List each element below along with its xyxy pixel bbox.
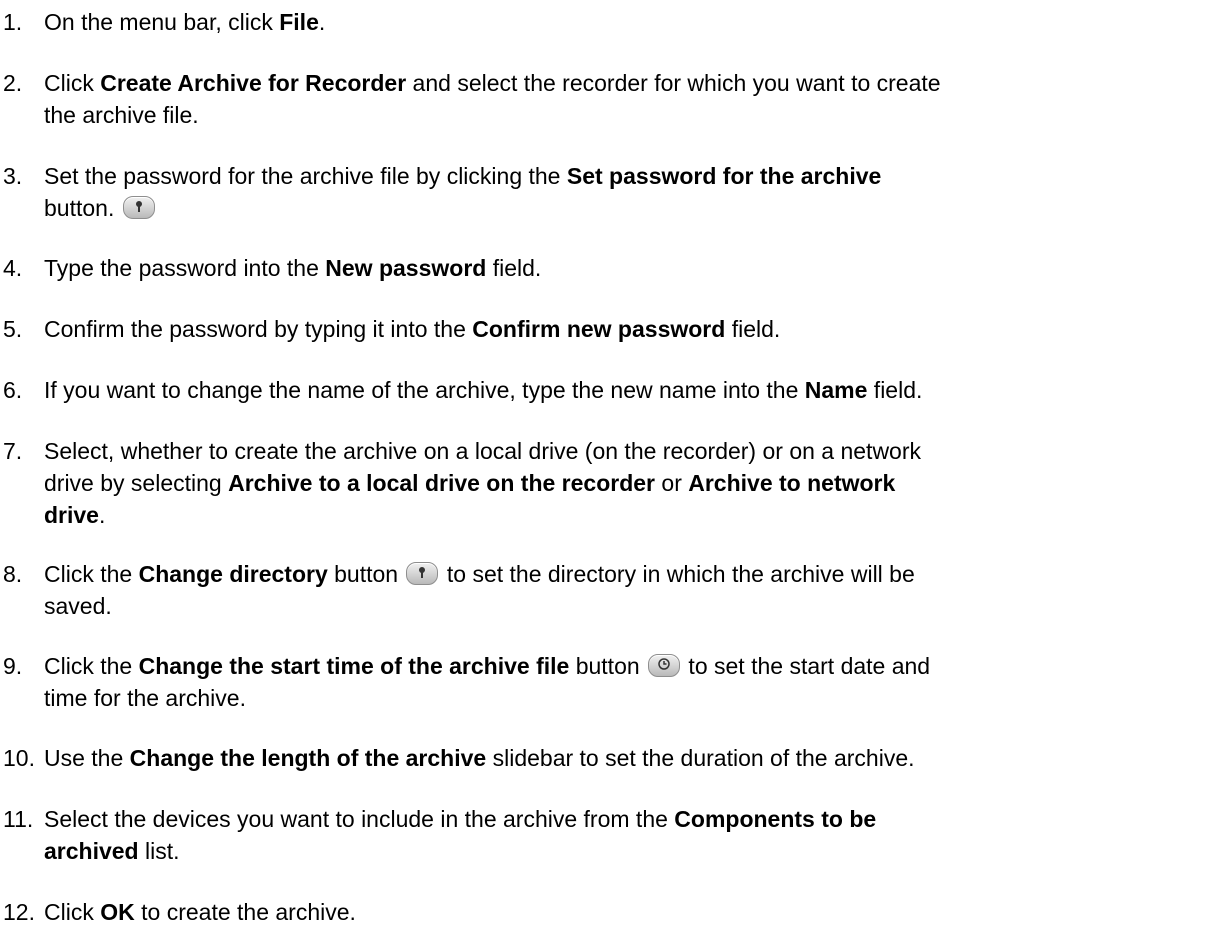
- step-number: 3.: [3, 163, 23, 189]
- step-number: 8.: [3, 561, 23, 587]
- text-run: list.: [138, 838, 180, 864]
- bold-term: OK: [100, 899, 135, 925]
- text-run: button: [569, 653, 647, 679]
- text-run: to create the archive.: [134, 899, 356, 925]
- bold-term: Confirm new password: [472, 316, 726, 342]
- step-text: Click Create Archive for Recorder and se…: [44, 67, 1200, 131]
- step-text: Use the Change the length of the archive…: [44, 742, 1200, 774]
- bold-term: archived: [44, 838, 139, 864]
- step-text: Click the Change directory button to set…: [44, 558, 1200, 622]
- text-run: or: [655, 470, 689, 496]
- text-run: to set the start date and: [682, 653, 931, 679]
- step-text: Click OK to create the archive.: [44, 896, 1200, 928]
- text-run: Click: [44, 70, 101, 96]
- password-button-icon: [122, 196, 155, 220]
- text-run: field.: [867, 377, 923, 403]
- bold-term: Change the length of the archive: [129, 745, 487, 771]
- step-text: Select the devices you want to include i…: [44, 803, 1200, 867]
- bold-term: Change directory: [138, 561, 328, 587]
- bold-term: Create Archive for Recorder: [100, 70, 407, 96]
- step-number: 10.: [3, 745, 35, 771]
- step-text: Confirm the password by typing it into t…: [44, 313, 1200, 345]
- text-run: time for the archive.: [44, 685, 246, 711]
- bold-term: Components to be: [674, 806, 877, 832]
- text-run: Select the devices you want to include i…: [44, 806, 675, 832]
- step-number: 6.: [3, 377, 23, 403]
- text-run: Click the: [44, 653, 139, 679]
- step-text: On the menu bar, click File.: [44, 6, 1200, 38]
- text-run: Select, whether to create the archive on…: [44, 438, 922, 464]
- step-text: Select, whether to create the archive on…: [44, 435, 1200, 531]
- step-text: Type the password into the New password …: [44, 252, 1200, 284]
- step-number: 11.: [3, 806, 34, 832]
- text-run: .: [318, 9, 326, 35]
- step-number: 12.: [3, 899, 35, 925]
- step-number: 9.: [3, 653, 23, 679]
- bold-term: Archive to network: [688, 470, 896, 496]
- text-run: to set the directory in which the archiv…: [440, 561, 915, 587]
- bold-term: Archive to a local drive on the recorder: [228, 470, 656, 496]
- text-run: drive by selecting: [44, 470, 229, 496]
- text-run: Confirm the password by typing it into t…: [44, 316, 473, 342]
- bold-term: drive: [44, 502, 99, 528]
- text-run: On the menu bar, click: [44, 9, 280, 35]
- change-directory-button-icon: [406, 562, 439, 586]
- text-run: If you want to change the name of the ar…: [44, 377, 805, 403]
- text-run: saved.: [44, 593, 112, 619]
- step-number: 1.: [3, 9, 23, 35]
- text-run: button: [327, 561, 405, 587]
- text-run: Click: [44, 899, 101, 925]
- text-run: Set the password for the archive file by…: [44, 163, 567, 189]
- clock-button-icon: [648, 654, 681, 678]
- step-number: 4.: [3, 255, 23, 281]
- text-run: button.: [44, 195, 121, 221]
- instruction-list: 1. On the menu bar, click File. 2. Click Cr…: [0, 0, 1210, 925]
- bold-term: Change the start time of the archive fil…: [138, 653, 570, 679]
- step-number: 7.: [3, 438, 23, 464]
- text-run: slidebar to set the duration of the arch…: [486, 745, 915, 771]
- bold-term: File: [279, 9, 319, 35]
- text-run: Use the: [44, 745, 130, 771]
- text-run: field.: [486, 255, 542, 281]
- text-run: .: [98, 502, 106, 528]
- step-text: Click the Change the start time of the a…: [44, 650, 1200, 714]
- step-text: Set the password for the archive file by…: [44, 160, 1200, 224]
- text-run: field.: [725, 316, 781, 342]
- bold-term: Name: [804, 377, 868, 403]
- step-number: 5.: [3, 316, 23, 342]
- bold-term: Set password for the archive: [566, 163, 882, 189]
- bold-term: New password: [325, 255, 487, 281]
- text-run: and select the recorder for which you wa…: [406, 70, 941, 96]
- step-number: 2.: [3, 70, 23, 96]
- text-run: Click the: [44, 561, 139, 587]
- step-text: If you want to change the name of the ar…: [44, 374, 1200, 406]
- text-run: Type the password into the: [44, 255, 326, 281]
- text-run: the archive file.: [44, 102, 199, 128]
